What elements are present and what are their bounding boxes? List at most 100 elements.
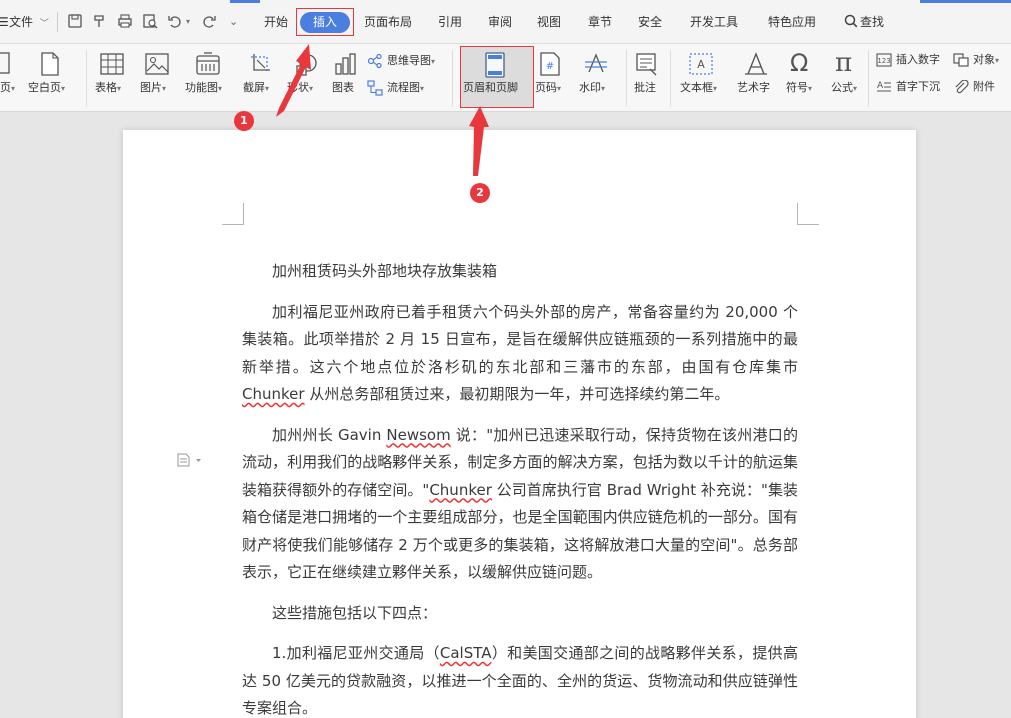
chart-label: 图表 <box>332 81 354 94</box>
picture-icon <box>145 53 169 75</box>
chevron-down-icon: ▾ <box>309 84 314 93</box>
function-chart-text: 功能图 <box>185 81 218 94</box>
paragraph-3: 这些措施包括以下四点： <box>272 603 438 622</box>
blank-page-label: 空白页▾ <box>28 81 65 96</box>
svg-text:A: A <box>697 58 705 71</box>
toolbar-divider <box>57 12 58 32</box>
chevron-down-icon: ▾ <box>265 84 270 93</box>
flowchart-label: 流程图▾ <box>387 81 424 96</box>
number-icon: 123 <box>876 53 892 67</box>
text-run: 从州总务部租赁过来，最初期限为一年，并可选择续约第二年。 <box>304 385 730 403</box>
comment-label: 批注 <box>634 81 656 94</box>
formula-label: 公式▾ <box>831 81 857 96</box>
dropcap-label: 首字下沉 <box>896 80 940 93</box>
mindmap-label: 思维导图▾ <box>387 54 435 69</box>
crop-mark-top-right <box>797 203 819 225</box>
tab-chapter[interactable]: 章节 <box>588 13 612 31</box>
paragraph-4: 1.加利福尼亚州交通局（CalSTA）和美国交通部之间的战略夥伴关系，提供高达 … <box>242 640 798 718</box>
chevron-down-icon: ▾ <box>808 84 813 93</box>
object-text: 对象 <box>973 53 995 66</box>
tab-special-apps[interactable]: 特色应用 <box>768 13 816 31</box>
function-chart-label: 功能图▾ <box>185 81 222 96</box>
document-title: 加州租赁码头外部地块存放集装箱 <box>272 262 498 280</box>
blank-page-text: 空白页 <box>28 81 61 94</box>
mindmap-text: 思维导图 <box>387 54 431 67</box>
svg-text:123: 123 <box>877 57 890 65</box>
pi-icon: π <box>835 48 853 78</box>
print-icon[interactable] <box>116 12 134 30</box>
text-run: 加利福尼亚州政府已着手租赁六个码头外部的房产，常备容量约为 20,000 个集装… <box>242 302 798 376</box>
menu-bar: ☰ 文件 ﹀ ▾ ⌄ 开始 插入 页面布局 引用 审阅 视图 章节 安全 开发工… <box>0 0 1011 44</box>
page-icon <box>0 52 10 74</box>
chevron-down-icon: ▾ <box>117 84 122 93</box>
insert-number-label: 插入数字 <box>896 53 940 66</box>
file-menu-label: 文件 <box>9 15 34 29</box>
comment-icon <box>635 52 659 76</box>
dropcap-icon: A <box>876 80 892 94</box>
object-label: 对象▾ <box>973 53 999 68</box>
table-text: 表格 <box>95 81 117 94</box>
page-number-label: 页码▾ <box>535 81 561 96</box>
chevron-down-icon: ▾ <box>431 57 436 66</box>
wordart-icon <box>743 52 769 76</box>
format-painter-icon[interactable] <box>91 12 109 30</box>
tab-view[interactable]: 视图 <box>537 13 561 31</box>
svg-text:A: A <box>877 81 884 91</box>
paragraph-options-icon[interactable] <box>176 452 204 468</box>
tab-review[interactable]: 审阅 <box>488 13 512 31</box>
chevron-down-icon: ▾ <box>61 84 66 93</box>
flowchart-icon <box>367 80 383 96</box>
watermark-text: 水印 <box>579 81 601 94</box>
watermark-label: 水印▾ <box>579 81 605 96</box>
page-number-text: 页码 <box>535 81 557 94</box>
search-icon[interactable] <box>844 14 858 28</box>
paperclip-icon <box>953 80 969 94</box>
misspelled-word[interactable]: Newsom <box>386 426 450 444</box>
cover-page-label: 页▾ <box>0 81 15 96</box>
print-preview-icon[interactable] <box>141 12 159 30</box>
tab-developer-tools[interactable]: 开发工具 <box>690 13 738 31</box>
ribbon-divider <box>868 50 869 106</box>
tab-references[interactable]: 引用 <box>438 13 462 31</box>
chevron-down-icon[interactable]: ▾ <box>186 13 190 31</box>
quick-access-dropdown-icon[interactable]: ⌄ <box>229 13 238 31</box>
paragraph-1: 加利福尼亚州政府已着手租赁六个码头外部的房产，常备容量约为 20,000 个集装… <box>242 299 798 409</box>
shape-icon <box>295 52 317 76</box>
chevron-down-icon: ▾ <box>218 84 223 93</box>
tab-indicator-line <box>920 0 1011 3</box>
symbol-text: 符号 <box>786 81 808 94</box>
ribbon-divider <box>86 50 87 106</box>
omega-icon: Ω <box>790 49 809 77</box>
chevron-down-icon: ▾ <box>557 84 562 93</box>
document-body[interactable]: 加州租赁码头外部地块存放集装箱 加利福尼亚州政府已着手租赁六个码头外部的房产，常… <box>242 258 798 718</box>
flowchart-text: 流程图 <box>387 81 420 94</box>
annotation-badge-1: 1 <box>234 111 254 131</box>
redo-icon[interactable] <box>200 12 218 30</box>
misspelled-word[interactable]: CalSTA <box>440 644 492 662</box>
ribbon-divider <box>452 50 453 106</box>
file-menu[interactable]: 文件 ﹀ <box>9 13 49 31</box>
chevron-down-icon: ▾ <box>420 84 425 93</box>
table-icon <box>100 53 124 75</box>
menu-icon[interactable]: ☰ <box>0 13 9 31</box>
tab-indicator-line <box>230 0 260 3</box>
tab-security[interactable]: 安全 <box>638 13 662 31</box>
misspelled-word[interactable]: Chunker <box>429 481 492 499</box>
annotation-badge-2: 2 <box>470 183 490 203</box>
textbox-icon: A <box>688 52 714 76</box>
text-run: 加州州长 Gavin <box>272 425 387 444</box>
chevron-down-icon: ▾ <box>853 84 858 93</box>
misspelled-word[interactable]: Chunker <box>242 385 305 403</box>
chevron-down-icon: ▾ <box>601 84 606 93</box>
save-icon[interactable] <box>66 12 84 30</box>
chevron-down-icon: ▾ <box>995 56 1000 65</box>
mindmap-icon <box>367 53 383 69</box>
shape-text: 形状 <box>287 81 309 94</box>
search-label[interactable]: 查找 <box>860 13 884 31</box>
chevron-down-icon: ▾ <box>162 84 167 93</box>
tab-start[interactable]: 开始 <box>264 13 288 31</box>
undo-icon[interactable] <box>166 12 184 30</box>
function-chart-icon <box>195 52 221 76</box>
tab-page-layout[interactable]: 页面布局 <box>364 13 412 31</box>
header-footer-icon <box>484 52 506 78</box>
